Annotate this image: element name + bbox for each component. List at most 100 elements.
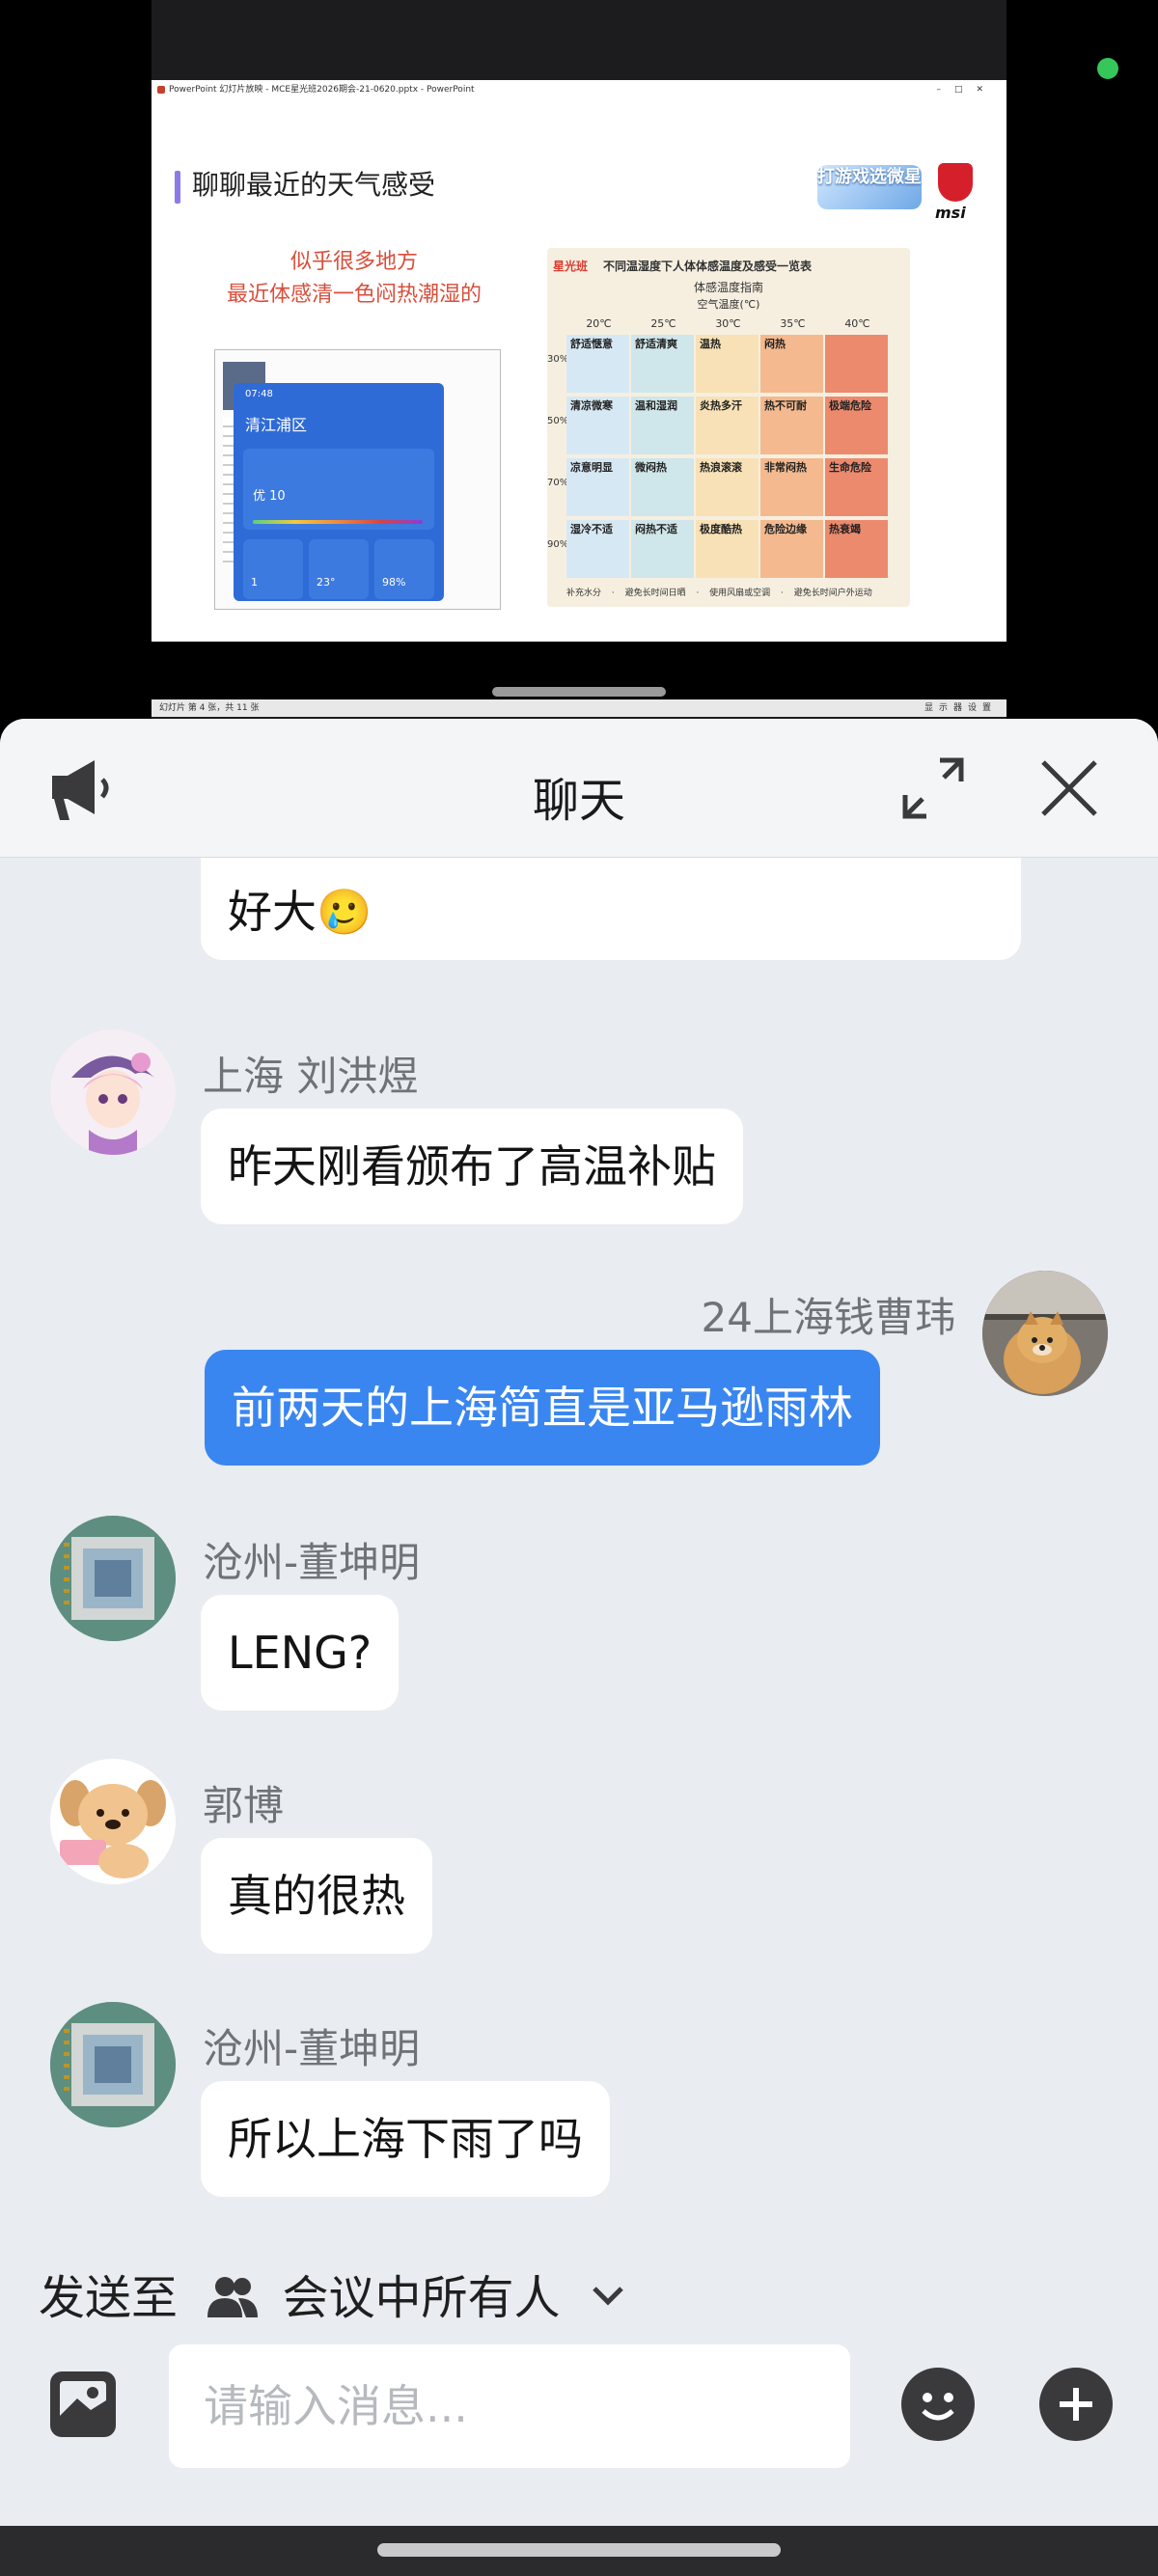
comfort-cell: 极度酷热: [696, 520, 758, 578]
message-bubble[interactable]: 昨天刚看颁布了高温补贴: [201, 1109, 743, 1224]
comfort-cell: [825, 335, 888, 393]
emoji-icon[interactable]: [899, 2366, 977, 2443]
home-indicator[interactable]: [377, 2543, 781, 2557]
avatar[interactable]: [50, 2002, 176, 2127]
chart-title: 不同温湿度下人体体感温度及感受一览表: [603, 260, 813, 273]
comfort-cell: 极端危险: [825, 397, 888, 454]
screenshot-icon[interactable]: [44, 2366, 122, 2443]
slide-counter: 幻灯片 第 4 张，共 11 张: [159, 703, 260, 713]
comfort-cell: 炎热多汗: [696, 397, 758, 454]
weather-tile-2: 23°: [309, 539, 369, 599]
comfort-cell-label: 极端危险: [829, 399, 871, 412]
message-input[interactable]: 请输入消息...: [169, 2344, 850, 2468]
send-to-label: 发送至 会议中所有人: [39, 2260, 627, 2327]
message-text: 真的很热: [228, 1870, 405, 1922]
sender-name: 24上海钱曹玮: [701, 1294, 955, 1341]
temp-header: 30℃: [715, 317, 741, 330]
comfort-cell-label: 危险边缘: [764, 523, 807, 535]
powerpoint-icon: [157, 86, 165, 94]
comfort-cell: 清凉微寒: [566, 397, 629, 454]
message-bubble[interactable]: 前两天的上海简直是亚马逊雨林: [205, 1350, 880, 1466]
sender-name: 郭博: [203, 1782, 285, 1829]
comfort-cell-label: 凉意明显: [570, 461, 613, 474]
ppt-statusbar: 幻灯片 第 4 张，共 11 张 显示器设置: [152, 699, 1006, 717]
comfort-cell: 闷热不适: [631, 520, 694, 578]
game-badge: 打游戏选微星: [817, 165, 922, 209]
title-accent-bar: [175, 171, 180, 204]
tile-2-value: 23°: [317, 576, 336, 589]
aqi-scale-bar: [253, 520, 423, 524]
expand-icon[interactable]: [895, 750, 972, 827]
message-bubble[interactable]: 真的很热: [201, 1838, 432, 1954]
temp-header: 40℃: [844, 317, 870, 330]
humidity-label: 30%: [547, 354, 569, 365]
comfort-cell-label: 热不可耐: [764, 399, 807, 412]
comfort-chart: 星光班 不同温湿度下人体体感温度及感受一览表 体感温度指南 空气温度(℃) 20…: [547, 248, 910, 607]
comfort-cell: 温和湿润: [631, 397, 694, 454]
comfort-cell-label: 生命危险: [829, 461, 871, 474]
comfort-cell-label: 清凉微寒: [570, 399, 613, 412]
comfort-cell-label: 闷热不适: [635, 523, 677, 535]
avatar[interactable]: [982, 1271, 1108, 1396]
comfort-cell-label: 极度酷热: [700, 523, 742, 535]
screen-share-area: PowerPoint 幻灯片放映 - MCE星光班2026期会-21-0620.…: [0, 0, 1158, 719]
msi-logo-icon: [938, 163, 973, 202]
avatar[interactable]: [50, 1029, 176, 1155]
comfort-cell-label: 炎热多汗: [700, 399, 742, 412]
msi-logo-text: msi: [935, 204, 966, 222]
comfort-cell: 温热: [696, 335, 758, 393]
slide: 聊聊最近的天气感受 打游戏选微星 msi 似乎很多地方 最近体感清一色闷热潮湿的…: [152, 159, 1006, 642]
comfort-cell-label: 温热: [700, 338, 721, 350]
comfort-cell: 凉意明显: [566, 458, 629, 516]
avatar[interactable]: [50, 1516, 176, 1641]
comfort-cell: 舒适清爽: [631, 335, 694, 393]
temp-header: 25℃: [650, 317, 676, 330]
close-icon[interactable]: [1031, 750, 1108, 827]
comfort-cell: 热不可耐: [760, 397, 823, 454]
avatar[interactable]: [50, 1759, 176, 1884]
message-text: 好大🥲: [228, 886, 372, 938]
chat-title: 聊天: [532, 774, 625, 828]
comfort-cell: 生命危险: [825, 458, 888, 516]
comfort-cell-label: 湿冷不适: [570, 523, 613, 535]
comfort-cell-label: 温和湿润: [635, 399, 677, 412]
send-to-prefix: 发送至: [39, 2271, 179, 2325]
ppt-window-title: PowerPoint 幻灯片放映 - MCE星光班2026期会-21-0620.…: [169, 85, 475, 95]
chat-panel: 聊天 好大🥲 上海 刘洪煜 昨天刚看颁布了高温补贴 24上海钱曹玮 前两天的上海…: [0, 719, 1158, 2576]
slide-title: 聊聊最近的天气感受: [192, 169, 436, 201]
tile-1-value: 1: [251, 576, 258, 589]
message-bubble[interactable]: 好大🥲: [201, 858, 1021, 960]
chart-axis-label: 空气温度(℃): [697, 298, 760, 311]
comfort-cell: 湿冷不适: [566, 520, 629, 578]
send-to-selector[interactable]: 发送至 会议中所有人: [0, 2219, 1158, 2344]
message-bubble[interactable]: LENG?: [201, 1595, 400, 1711]
add-icon[interactable]: [1037, 2366, 1115, 2443]
comfort-cell: 微闷热: [631, 458, 694, 516]
people-icon: [207, 2277, 259, 2317]
temp-header: 20℃: [586, 317, 612, 330]
comfort-cell-label: 微闷热: [635, 461, 667, 474]
comfort-cell-label: 舒适清爽: [635, 338, 677, 350]
chevron-down-icon[interactable]: [589, 2281, 627, 2310]
message-text: LENG?: [228, 1627, 372, 1679]
send-to-target: 会议中所有人: [282, 2271, 561, 2325]
message-list[interactable]: 好大🥲 上海 刘洪煜 昨天刚看颁布了高温补贴 24上海钱曹玮 前两天的上海简直是…: [0, 858, 1158, 2218]
display-settings: 显示器设置: [924, 703, 997, 713]
phone-time: 07:48: [245, 389, 273, 399]
humidity-label: 70%: [547, 478, 569, 488]
comfort-cell-label: 闷热: [764, 338, 786, 350]
message-bubble[interactable]: 所以上海下雨了吗: [201, 2081, 610, 2197]
aqi-value: 优 10: [253, 489, 286, 504]
chart-footer: 补充水分 · 避免长时间日晒 · 使用风扇或空调 · 避免长时间户外运动: [566, 589, 872, 598]
chat-header: 聊天: [0, 719, 1158, 858]
message-text: 所以上海下雨了吗: [228, 2113, 583, 2165]
tile-3-value: 98%: [382, 576, 406, 589]
temp-header: 35℃: [780, 317, 806, 330]
comfort-cell: 舒适惬意: [566, 335, 629, 393]
comfort-cell-label: 非常闷热: [764, 461, 807, 474]
share-drag-handle[interactable]: [492, 687, 666, 697]
chart-subtitle: 体感温度指南: [693, 281, 763, 294]
humidity-label: 90%: [547, 539, 569, 550]
slide-left-caption: 似乎很多地方 最近体感清一色闷热潮湿的: [209, 246, 499, 312]
ppt-titlebar: PowerPoint 幻灯片放映 - MCE星光班2026期会-21-0620.…: [152, 80, 1006, 100]
